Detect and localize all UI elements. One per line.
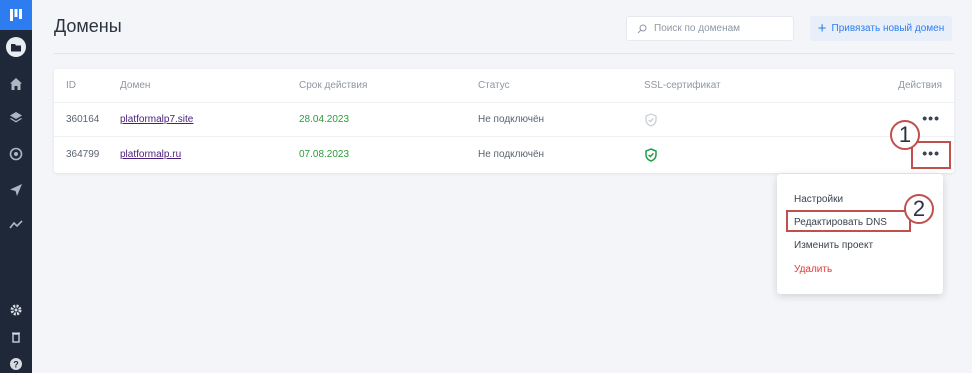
search-input[interactable] <box>654 23 784 34</box>
svg-text:?: ? <box>13 360 19 370</box>
bind-domain-label: Привязать новый домен <box>831 23 945 34</box>
column-header-status[interactable]: Статус <box>478 69 510 103</box>
column-header-id[interactable]: ID <box>66 69 76 103</box>
table-row: 364799 platformalp.ru 07.08.2023 Не подк… <box>54 138 954 172</box>
table-header-row: ID Домен Срок действия Статус SSL-сертиф… <box>54 69 954 103</box>
shield-check-icon <box>645 148 657 162</box>
domain-expiry: 28.04.2023 <box>299 114 350 125</box>
search-icon <box>637 24 647 33</box>
column-header-expires[interactable]: Срок действия <box>299 69 367 103</box>
page-title: Домены <box>54 16 122 36</box>
annotation-marker-1: 1 <box>890 120 920 150</box>
logo-icon[interactable] <box>0 0 32 30</box>
column-header-domain[interactable]: Домен <box>120 69 150 103</box>
integrations-icon[interactable] <box>0 140 32 168</box>
domain-link[interactable]: platformalp.ru <box>120 138 181 172</box>
menu-item-change-project[interactable]: Изменить проект <box>794 240 873 251</box>
row-actions-button[interactable]: ••• <box>922 111 940 125</box>
shield-outline-icon <box>645 113 657 127</box>
highlight-actions-box <box>911 141 951 169</box>
domain-status: Не подключён <box>478 114 545 125</box>
domain-link[interactable]: platformalp7.site <box>120 103 193 137</box>
plus-icon: + <box>817 20 827 37</box>
menu-item-settings[interactable]: Настройки <box>794 194 843 205</box>
annotation-marker-2: 2 <box>904 194 934 224</box>
column-header-actions: Действия <box>898 80 942 91</box>
home-icon[interactable] <box>0 70 32 98</box>
row-context-menu: Настройки Редактировать DNS Изменить про… <box>777 174 943 294</box>
domains-table: ID Домен Срок действия Статус SSL-сертиф… <box>54 69 954 173</box>
page-header: Домены + Привязать новый домен <box>32 0 972 54</box>
folder-icon[interactable] <box>0 33 32 61</box>
header-divider <box>54 53 954 54</box>
send-icon[interactable] <box>0 176 32 204</box>
highlight-edit-dns-box <box>786 210 911 232</box>
trash-icon[interactable] <box>0 323 32 351</box>
search-box[interactable] <box>626 16 794 41</box>
column-header-ssl[interactable]: SSL-сертификат <box>644 69 721 103</box>
menu-item-delete[interactable]: Удалить <box>794 264 832 275</box>
layers-icon[interactable] <box>0 104 32 132</box>
analytics-icon[interactable] <box>0 211 32 239</box>
table-row: 360164 platformalp7.site 28.04.2023 Не п… <box>54 103 954 137</box>
domain-expiry: 07.08.2023 <box>299 149 350 160</box>
bind-domain-button[interactable]: + Привязать новый домен <box>810 16 952 41</box>
help-icon[interactable]: ? <box>0 350 32 373</box>
domain-status: Не подключён <box>478 149 545 160</box>
domain-id: 360164 <box>66 114 100 125</box>
gear-icon[interactable] <box>0 296 32 324</box>
sidebar: ? <box>0 0 32 373</box>
domain-id: 364799 <box>66 149 100 160</box>
